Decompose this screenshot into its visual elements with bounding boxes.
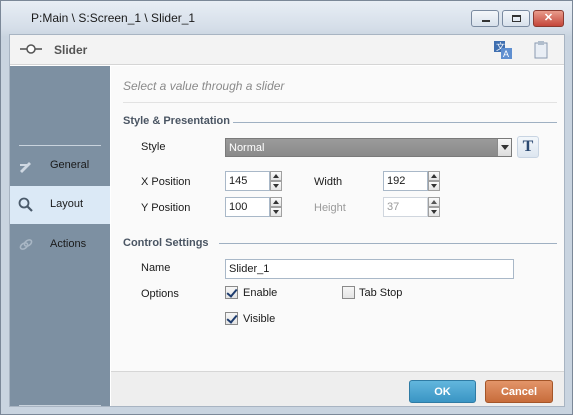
minimize-button[interactable]: [471, 10, 499, 27]
style-select[interactable]: Normal: [225, 138, 512, 157]
section-rule: [219, 243, 557, 244]
object-title: Slider: [54, 43, 88, 57]
options-label: Options: [141, 288, 179, 300]
spin-up-icon: [428, 197, 440, 207]
width-stepper[interactable]: 192: [383, 171, 441, 191]
sidebar-divider: [19, 145, 101, 146]
y-position-label: Y Position: [141, 202, 191, 214]
spin-up-icon[interactable]: [428, 171, 440, 181]
sidebar-item-label: Actions: [50, 238, 87, 250]
cancel-button[interactable]: Cancel: [485, 380, 553, 403]
spin-down-icon[interactable]: [270, 181, 282, 191]
height-label: Height: [314, 202, 346, 214]
dialog-body: Slider 文 A General Layout Actions Select…: [9, 34, 565, 407]
x-position-label: X Position: [141, 176, 191, 188]
section-rule: [233, 122, 557, 123]
x-position-value: 145: [229, 175, 248, 187]
dialog-window: P:Main \ S:Screen_1 \ Slider_1 ✕ Slider …: [0, 0, 573, 415]
height-value: 37: [387, 201, 400, 213]
width-value: 192: [387, 175, 406, 187]
style-label: Style: [141, 141, 166, 153]
name-input[interactable]: Slider_1: [225, 259, 514, 279]
y-position-input[interactable]: 100: [225, 197, 270, 217]
section-title-style: Style & Presentation: [123, 115, 230, 127]
sidebar-item-general[interactable]: General: [10, 147, 110, 185]
hint-divider: [123, 102, 557, 103]
window-title: P:Main \ S:Screen_1 \ Slider_1: [31, 11, 196, 25]
title-bar[interactable]: P:Main \ S:Screen_1 \ Slider_1 ✕: [1, 1, 572, 34]
y-position-value: 100: [229, 201, 248, 213]
ok-button[interactable]: OK: [409, 380, 476, 403]
style-select-value: Normal: [229, 142, 265, 154]
layout-panel: Select a value through a slider Style & …: [111, 66, 564, 371]
pencil-icon: [20, 162, 31, 173]
visible-label: Visible: [243, 313, 276, 325]
x-position-stepper[interactable]: 145: [225, 171, 283, 191]
name-label: Name: [141, 262, 171, 274]
close-icon: ✕: [543, 12, 554, 24]
dialog-footer: OK Cancel: [111, 371, 564, 406]
sidebar: General Layout Actions: [10, 66, 110, 406]
enable-checkbox[interactable]: [225, 286, 238, 299]
spin-up-icon[interactable]: [270, 197, 282, 207]
tab-stop-checkbox[interactable]: [342, 286, 355, 299]
maximize-icon: [512, 15, 521, 22]
spin-down-icon[interactable]: [428, 181, 440, 191]
panel-hint: Select a value through a slider: [123, 79, 285, 93]
visible-checkbox[interactable]: [225, 312, 238, 325]
maximize-button[interactable]: [502, 10, 530, 27]
section-title-control: Control Settings: [123, 237, 209, 249]
enable-label: Enable: [243, 287, 278, 299]
width-label: Width: [314, 176, 343, 188]
spin-up-icon[interactable]: [270, 171, 282, 181]
sidebar-item-label: Layout: [50, 198, 84, 210]
spin-down-icon[interactable]: [270, 207, 282, 217]
width-input[interactable]: 192: [383, 171, 428, 191]
minimize-icon: [482, 20, 490, 22]
spin-down-icon: [428, 207, 440, 217]
sidebar-item-layout[interactable]: Layout: [10, 186, 110, 224]
height-stepper: 37: [383, 197, 441, 217]
sidebar-divider: [19, 405, 101, 406]
close-button[interactable]: ✕: [533, 10, 564, 27]
text-style-button[interactable]: T: [517, 136, 539, 158]
svg-text:A: A: [503, 49, 509, 59]
sidebar-item-actions[interactable]: Actions: [10, 226, 110, 264]
link-icon: [19, 239, 33, 250]
slider-icon: [20, 44, 42, 54]
magnifier-icon: [18, 197, 33, 212]
y-position-stepper[interactable]: 100: [225, 197, 283, 217]
chevron-down-icon[interactable]: [497, 139, 511, 156]
height-input: 37: [383, 197, 428, 217]
name-input-value: Slider_1: [229, 263, 270, 275]
object-header: Slider 文 A: [10, 35, 564, 65]
tab-stop-label: Tab Stop: [359, 287, 403, 299]
x-position-input[interactable]: 145: [225, 171, 270, 191]
sidebar-item-label: General: [50, 159, 90, 171]
translate-icon[interactable]: 文 A: [494, 41, 512, 59]
notes-icon[interactable]: [532, 41, 550, 59]
